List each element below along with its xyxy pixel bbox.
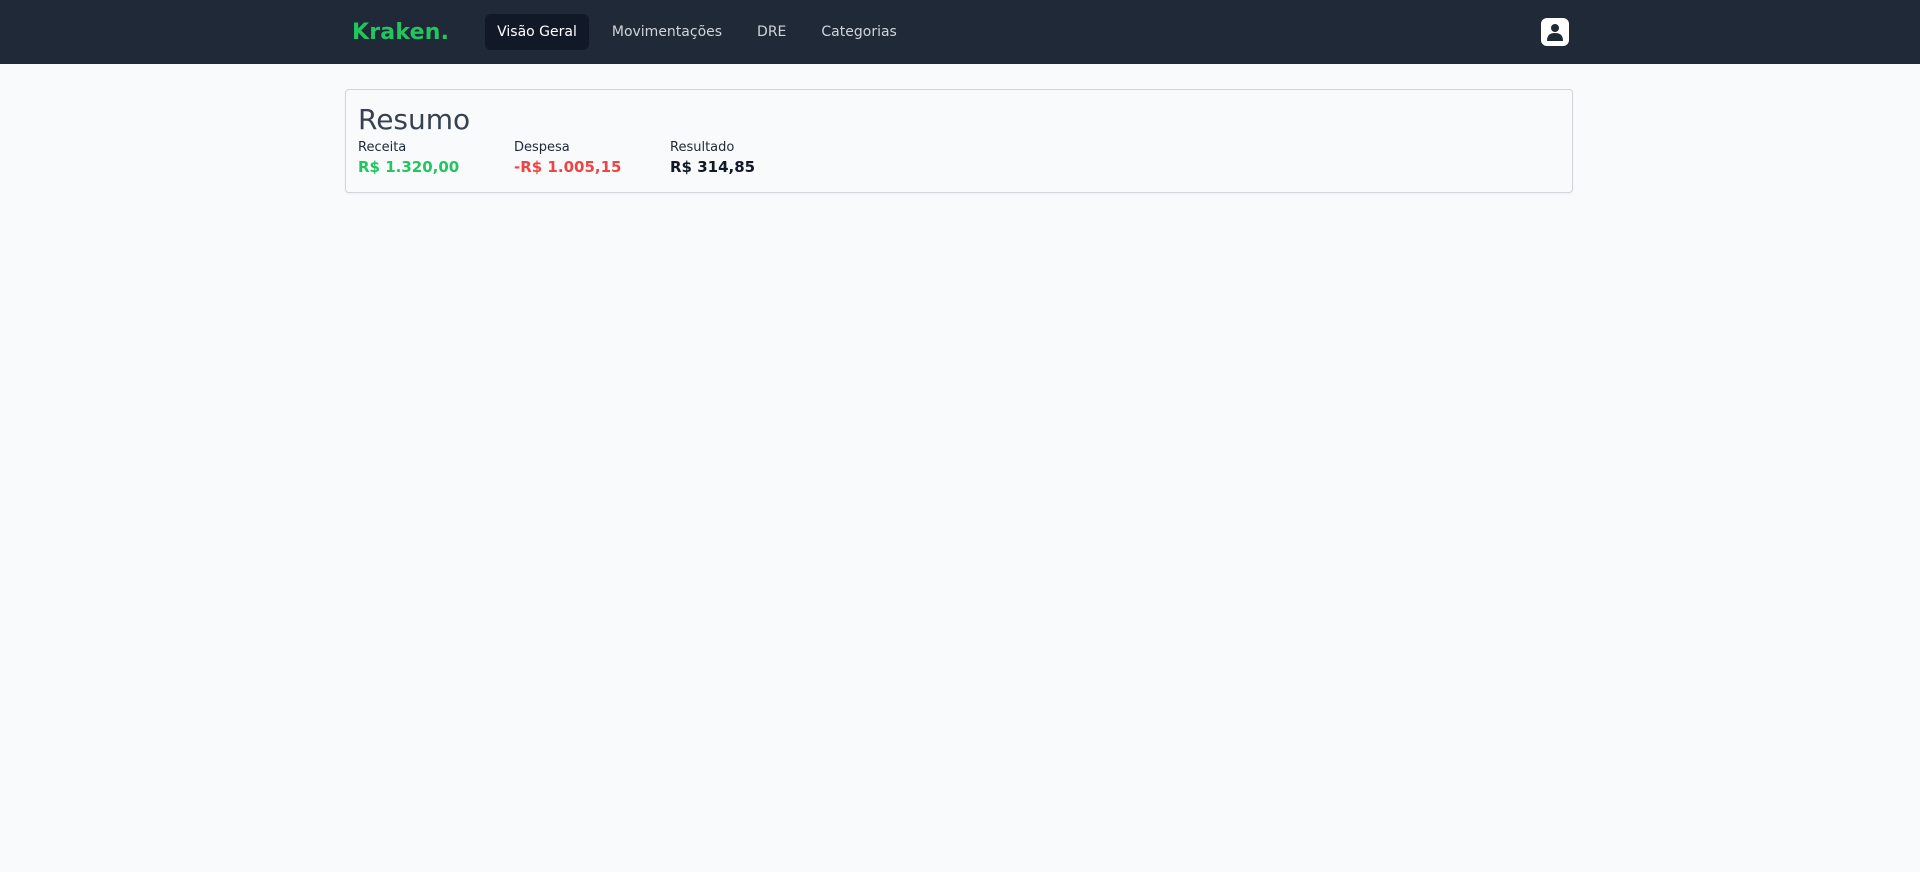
user-menu-button[interactable] <box>1541 18 1569 46</box>
summary-title: Resumo <box>358 103 471 136</box>
stat-resultado: Resultado R$ 314,85 <box>670 140 826 178</box>
nav-item-visao-geral[interactable]: Visão Geral <box>485 14 589 50</box>
nav-item-dre[interactable]: DRE <box>745 14 798 50</box>
despesa-label: Despesa <box>514 140 570 155</box>
user-icon <box>1547 24 1563 41</box>
brand-logo[interactable]: Kraken. <box>352 20 449 45</box>
top-navbar: Kraken. Visão Geral Movimentações DRE Ca… <box>0 0 1920 64</box>
summary-card: Resumo Receita R$ 1.320,00 Despesa -R$ 1… <box>345 89 1573 193</box>
nav-item-categorias[interactable]: Categorias <box>809 14 908 50</box>
navbar-container: Kraken. Visão Geral Movimentações DRE Ca… <box>345 0 1575 64</box>
main-nav: Visão Geral Movimentações DRE Categorias <box>485 14 909 50</box>
summary-stats: Receita R$ 1.320,00 Despesa -R$ 1.005,15… <box>358 140 826 178</box>
navbar-left: Kraken. Visão Geral Movimentações DRE Ca… <box>345 14 909 50</box>
receita-label: Receita <box>358 140 407 155</box>
resultado-label: Resultado <box>670 140 735 155</box>
stat-despesa: Despesa -R$ 1.005,15 <box>514 140 670 178</box>
stat-receita: Receita R$ 1.320,00 <box>358 140 514 178</box>
despesa-value: -R$ 1.005,15 <box>514 158 622 176</box>
receita-value: R$ 1.320,00 <box>358 158 460 176</box>
nav-item-movimentacoes[interactable]: Movimentações <box>600 14 734 50</box>
resultado-value: R$ 314,85 <box>670 158 756 176</box>
